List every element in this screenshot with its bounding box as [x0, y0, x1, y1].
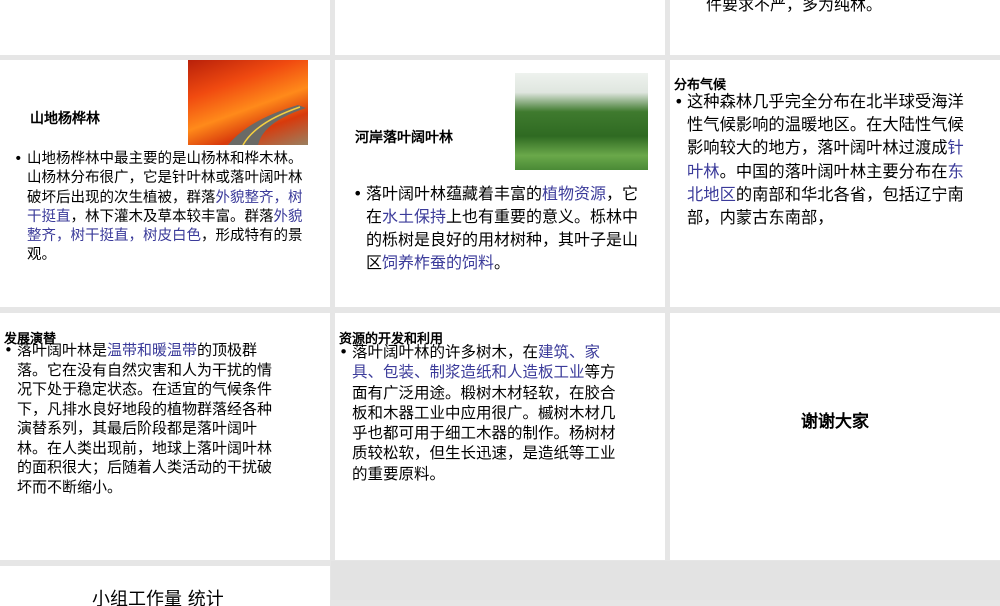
- slide-thumbnail[interactable]: [0, 0, 330, 55]
- bullet-text: 落叶阔叶林的许多树木，在建筑、家具、包装、制浆造纸和人造板工业等方面有广泛用途。…: [339, 342, 629, 484]
- slide-climate-distribution[interactable]: 分布气候 这种森林几乎完全分布在北半球受海洋性气候影响的温暖地区。在大陆性气候影…: [670, 60, 1000, 307]
- text-segment: ，林下灌木及草本较丰富。群落: [70, 208, 274, 225]
- slide-thumbnail[interactable]: [335, 0, 665, 55]
- highlighted-text: 饲养柞蚕的饲料: [382, 253, 495, 272]
- empty-sorter-area: [331, 561, 1000, 600]
- bullet-text: 落叶阔叶林蕴藏着丰富的植物资源，它在水土保持上也有重要的意义。栎林中的栎树是良好…: [353, 182, 653, 274]
- slide-title: 山地杨桦林: [30, 111, 100, 127]
- autumn-forest-image: [188, 60, 308, 146]
- slide-thumbnail[interactable]: 件要求不严，多为纯林。: [670, 0, 1000, 55]
- highlighted-text: 植物资源: [542, 184, 607, 203]
- slide-thanks[interactable]: 谢谢大家: [670, 313, 1000, 560]
- text-segment: 落叶阔叶林的许多树木，在: [352, 343, 539, 361]
- text-segment: 落叶阔叶林是: [17, 341, 108, 359]
- river-forest-image: [515, 73, 648, 170]
- bullet-text: 落叶阔叶林是温带和暖温带的顶极群落。它在没有自然灾害和人为干扰的情况下处于稳定状…: [4, 341, 284, 497]
- highlighted-text: 水土保持: [382, 207, 447, 226]
- slide-riverbank-forest[interactable]: 河岸落叶阔叶林 落叶阔叶林蕴藏着丰富的植物资源，它在水土保持上也有重要的意义。栎…: [335, 60, 665, 307]
- slide-mountain-birch-forest[interactable]: 山地杨桦林 山地杨桦林中最主要的是山杨林和桦木林。山杨林分布很广，它是针叶林或落…: [0, 60, 330, 307]
- slide-title: 谢谢大家: [801, 412, 869, 432]
- text-segment: 。中国的落叶阔叶林主要分布在: [719, 161, 948, 181]
- slide-workload-stats[interactable]: 小组工作量 统计: [0, 566, 330, 606]
- text-segment: 的顶极群落。它在没有自然灾害和人为干扰的情况下处于稳定状态。在适宜的气候条件下，…: [17, 341, 273, 496]
- bullet-text: 山地杨桦林中最主要的是山杨林和桦木林。山杨林分布很广，它是针叶林或落叶阔叶林破坏…: [14, 150, 304, 266]
- text-segment: 这种森林几乎完全分布在北半球受海洋性气候影响的温暖地区。在大陆性气候影响较大的地…: [687, 92, 964, 158]
- bullet-text: 这种森林几乎完全分布在北半球受海洋性气候影响的温暖地区。在大陆性气候影响较大的地…: [674, 90, 964, 229]
- slide-resource-use[interactable]: 资源的开发和利用 落叶阔叶林的许多树木，在建筑、家具、包装、制浆造纸和人造板工业…: [335, 313, 665, 560]
- text-segment: 落叶阔叶林蕴藏着丰富的: [366, 184, 543, 203]
- slide-succession[interactable]: 发展演替 落叶阔叶林是温带和暖温带的顶极群落。它在没有自然灾害和人为干扰的情况下…: [0, 313, 330, 560]
- highlighted-text: 温带和暖温带: [107, 341, 198, 359]
- slide-title: 小组工作量 统计: [92, 589, 224, 606]
- text-segment: 。: [494, 253, 511, 272]
- slide-title: 河岸落叶阔叶林: [355, 130, 453, 146]
- road-graphic: [228, 105, 306, 146]
- slide-text-fragment: 件要求不严，多为纯林。: [706, 0, 883, 14]
